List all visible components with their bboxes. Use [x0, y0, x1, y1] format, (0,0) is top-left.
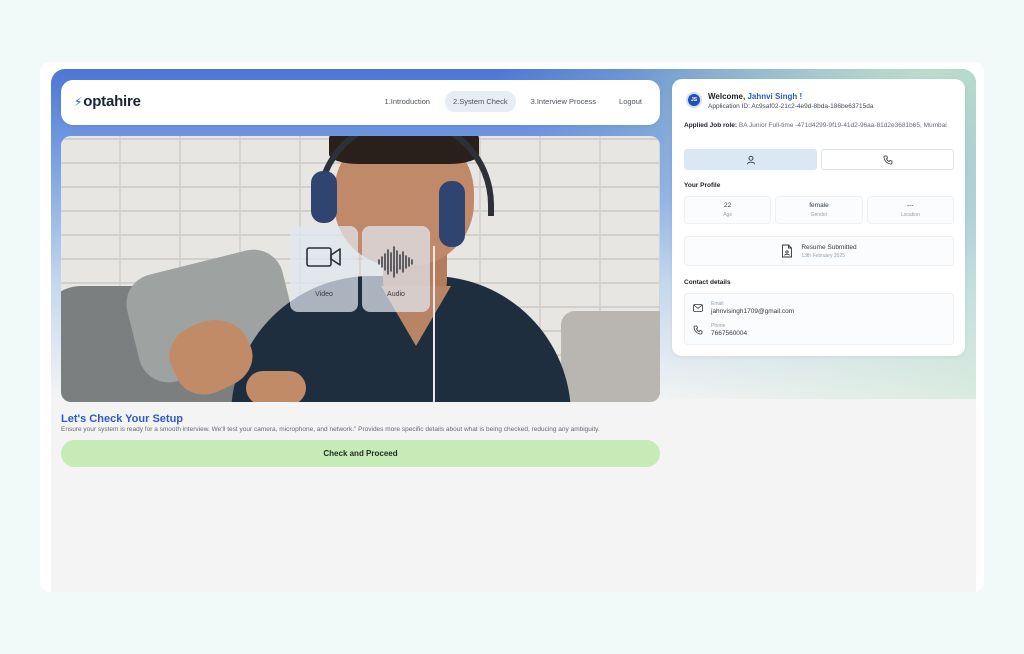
- setup-description: Ensure your system is ready for a smooth…: [61, 426, 600, 433]
- brand-logo[interactable]: ⚡ optahire: [74, 93, 141, 110]
- stat-value: female: [809, 202, 829, 209]
- logout-button[interactable]: Logout: [611, 91, 650, 112]
- phone-label: Phone: [711, 323, 726, 329]
- stat-value: ---: [907, 202, 914, 209]
- stat-label: Age: [723, 212, 733, 218]
- contact-phone-row: Phone 7667560004: [693, 323, 747, 337]
- job-role-label: Applied Job role:: [684, 122, 738, 129]
- mail-icon: [693, 304, 703, 312]
- user-icon: [746, 155, 755, 164]
- nav-interview-process[interactable]: 3.Interview Process: [522, 91, 605, 112]
- headphones-earcup-left: [311, 171, 337, 223]
- sofa-arm-shape: [561, 311, 660, 402]
- video-check-card[interactable]: Video: [290, 226, 358, 312]
- profile-panel: JS Welcome, Jahnvi Singh ! Application I…: [672, 79, 965, 356]
- video-camera-icon: [306, 247, 341, 267]
- audio-check-card[interactable]: Audio: [362, 226, 430, 312]
- stat-value: 22: [724, 202, 732, 209]
- camera-preview: Video Audio: [61, 136, 660, 402]
- audio-check-label: Audio: [387, 291, 405, 298]
- nav-introduction[interactable]: 1.Introduction: [376, 91, 438, 112]
- contact-details-card: Email jahnvisingh1709@gmail.com Phone 76…: [684, 293, 954, 345]
- your-profile-title: Your Profile: [684, 182, 721, 189]
- profile-stats: 22 Age female Gender --- Location: [684, 196, 954, 224]
- phone-icon: [883, 155, 892, 164]
- bolt-icon: ⚡: [74, 94, 83, 109]
- stat-age: 22 Age: [684, 196, 772, 224]
- resume-title: Resume Submitted: [801, 243, 857, 251]
- email-label: Email: [711, 301, 724, 307]
- headphones-earcup-right: [439, 181, 465, 247]
- document-icon: [782, 244, 793, 258]
- stat-gender: female Gender: [775, 196, 863, 224]
- contact-email-row: Email jahnvisingh1709@gmail.com: [693, 301, 794, 315]
- phone-value[interactable]: 7667560004: [711, 330, 747, 337]
- setup-title: Let's Check Your Setup: [61, 413, 184, 425]
- welcome-prefix: Welcome,: [708, 92, 746, 101]
- phone-icon: [693, 325, 703, 335]
- contact-details-title: Contact details: [684, 279, 731, 286]
- headphones-band: [316, 136, 494, 216]
- stat-label: Location: [900, 212, 920, 218]
- job-role: Applied Job role: BA Junior Full-time -4…: [684, 121, 954, 131]
- stat-label: Gender: [810, 212, 828, 218]
- brand-name: optahire: [83, 93, 141, 110]
- top-header: ⚡ optahire 1.Introduction 2.System Check…: [61, 80, 660, 125]
- contact-tab-button[interactable]: [821, 149, 954, 170]
- video-check-label: Video: [315, 291, 333, 298]
- nav-system-check[interactable]: 2.System Check: [444, 91, 516, 112]
- profile-tab-button[interactable]: [684, 149, 817, 170]
- step-nav: 1.Introduction 2.System Check 3.Intervie…: [376, 91, 650, 112]
- resume-date: 13th February 2025: [801, 252, 845, 259]
- candidate-name: Jahnvi Singh !: [747, 92, 803, 101]
- application-id: Application ID: Ac9saf02-21c2-4e9d-8bda-…: [708, 103, 874, 110]
- job-role-value: BA Junior Full-time -471d4299-9f19-41d2-…: [738, 122, 947, 129]
- audio-waveform-icon: [378, 246, 413, 278]
- person-hand-second: [246, 371, 306, 402]
- resume-status[interactable]: Resume Submitted 13th February 2025: [684, 236, 954, 266]
- avatar: JS: [686, 92, 702, 108]
- resume-text: Resume Submitted 13th February 2025: [801, 244, 856, 259]
- check-and-proceed-button[interactable]: Check and Proceed: [61, 440, 660, 467]
- welcome-heading: Welcome, Jahnvi Singh !: [708, 92, 802, 101]
- email-value[interactable]: jahnvisingh1709@gmail.com: [711, 308, 794, 315]
- profile-contact-toggle: [684, 149, 954, 170]
- stat-location: --- Location: [866, 196, 954, 224]
